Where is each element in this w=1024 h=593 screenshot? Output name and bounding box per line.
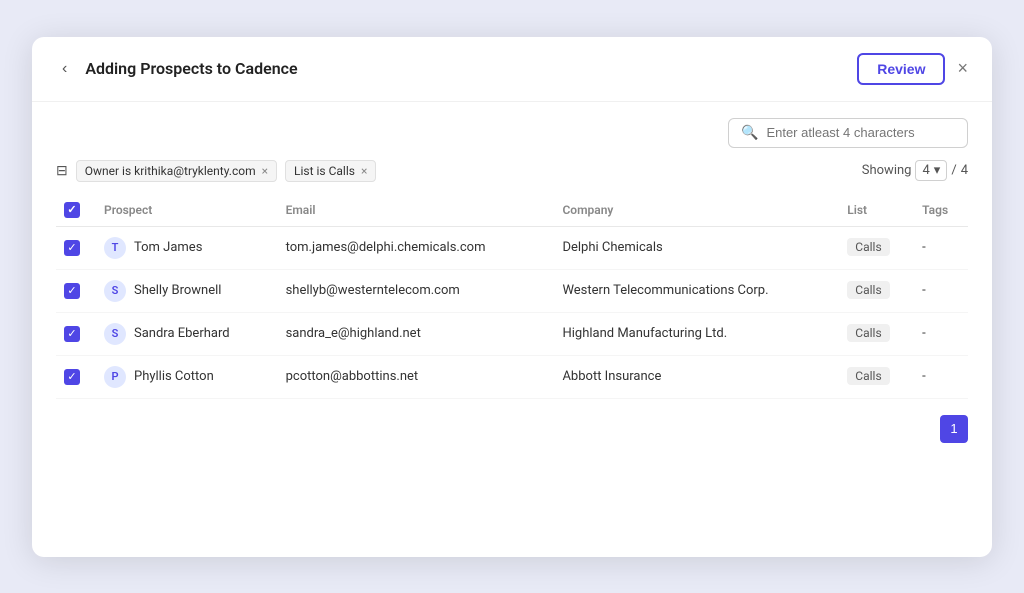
showing-total: 4	[961, 163, 968, 178]
showing-separator: /	[951, 163, 956, 178]
table-row: S Sandra Eberhard sandra_e@highland.net …	[56, 312, 968, 355]
col-checkbox	[56, 194, 96, 227]
col-prospect: Prospect	[96, 194, 278, 227]
row-prospect: S Sandra Eberhard	[96, 312, 278, 355]
dropdown-arrow-icon: ▾	[934, 163, 941, 178]
row-checkbox-cell	[56, 226, 96, 269]
col-email: Email	[278, 194, 555, 227]
table-row: S Shelly Brownell shellyb@westerntelecom…	[56, 269, 968, 312]
row-list: Calls	[839, 269, 914, 312]
row-prospect: S Shelly Brownell	[96, 269, 278, 312]
prospect-avatar: T	[104, 237, 126, 259]
table-header-row: Prospect Email Company List Tags	[56, 194, 968, 227]
table-row: P Phyllis Cotton pcotton@abbottins.net A…	[56, 355, 968, 398]
prospect-name: Phyllis Cotton	[134, 369, 214, 384]
row-list: Calls	[839, 355, 914, 398]
row-checkbox[interactable]	[64, 240, 80, 256]
list-badge: Calls	[847, 281, 889, 299]
showing-count: 4	[922, 163, 929, 178]
prospects-table: Prospect Email Company List Tags T Tom J…	[56, 194, 968, 399]
header-left: ‹ Adding Prospects to Cadence	[56, 58, 298, 80]
count-dropdown[interactable]: 4 ▾	[915, 160, 947, 181]
prospect-avatar: S	[104, 323, 126, 345]
list-badge: Calls	[847, 238, 889, 256]
col-tags: Tags	[914, 194, 968, 227]
row-checkbox[interactable]	[64, 283, 80, 299]
prospect-avatar: S	[104, 280, 126, 302]
review-button[interactable]: Review	[857, 53, 945, 85]
list-filter-close[interactable]: ×	[361, 164, 367, 178]
row-list: Calls	[839, 312, 914, 355]
prospect-avatar: P	[104, 366, 126, 388]
back-button[interactable]: ‹	[56, 58, 73, 80]
search-box: 🔍	[728, 118, 968, 148]
col-list: List	[839, 194, 914, 227]
table-row: T Tom James tom.james@delphi.chemicals.c…	[56, 226, 968, 269]
header-right: Review ×	[857, 53, 968, 85]
showing-label: Showing	[862, 163, 912, 178]
row-checkbox[interactable]	[64, 369, 80, 385]
prospect-name: Tom James	[134, 240, 202, 255]
row-prospect: P Phyllis Cotton	[96, 355, 278, 398]
list-badge: Calls	[847, 367, 889, 385]
modal-header: ‹ Adding Prospects to Cadence Review ×	[32, 37, 992, 102]
search-input[interactable]	[766, 125, 955, 140]
col-company: Company	[554, 194, 839, 227]
row-checkbox-cell	[56, 269, 96, 312]
owner-filter-tag: Owner is krithika@tryklenty.com ×	[76, 160, 277, 182]
filter-icon: ⊟	[56, 163, 68, 179]
close-button[interactable]: ×	[957, 58, 968, 79]
prospect-name: Shelly Brownell	[134, 283, 221, 298]
row-company: Abbott Insurance	[554, 355, 839, 398]
row-list: Calls	[839, 226, 914, 269]
search-row: 🔍	[32, 102, 992, 156]
row-tags: -	[914, 312, 968, 355]
prospect-name: Sandra Eberhard	[134, 326, 230, 341]
showing-info: Showing 4 ▾ / 4	[862, 160, 968, 181]
search-icon: 🔍	[741, 125, 758, 141]
row-checkbox-cell	[56, 312, 96, 355]
modal-title: Adding Prospects to Cadence	[85, 59, 297, 78]
row-company: Western Telecommunications Corp.	[554, 269, 839, 312]
table-container: Prospect Email Company List Tags T Tom J…	[32, 194, 992, 399]
row-checkbox-cell	[56, 355, 96, 398]
row-email: shellyb@westerntelecom.com	[278, 269, 555, 312]
owner-filter-close[interactable]: ×	[262, 164, 268, 178]
filter-tags: ⊟ Owner is krithika@tryklenty.com × List…	[56, 160, 376, 182]
select-all-checkbox[interactable]	[64, 202, 80, 218]
row-email: tom.james@delphi.chemicals.com	[278, 226, 555, 269]
row-company: Delphi Chemicals	[554, 226, 839, 269]
list-badge: Calls	[847, 324, 889, 342]
row-checkbox[interactable]	[64, 326, 80, 342]
row-email: sandra_e@highland.net	[278, 312, 555, 355]
row-email: pcotton@abbottins.net	[278, 355, 555, 398]
filter-row: ⊟ Owner is krithika@tryklenty.com × List…	[32, 156, 992, 194]
modal: ‹ Adding Prospects to Cadence Review × 🔍…	[32, 37, 992, 557]
row-company: Highland Manufacturing Ltd.	[554, 312, 839, 355]
owner-filter-label: Owner is krithika@tryklenty.com	[85, 164, 256, 178]
row-tags: -	[914, 269, 968, 312]
pagination: 1	[32, 399, 992, 459]
row-tags: -	[914, 355, 968, 398]
page-1-button[interactable]: 1	[940, 415, 968, 443]
list-filter-label: List is Calls	[294, 164, 355, 178]
row-tags: -	[914, 226, 968, 269]
list-filter-tag: List is Calls ×	[285, 160, 376, 182]
row-prospect: T Tom James	[96, 226, 278, 269]
